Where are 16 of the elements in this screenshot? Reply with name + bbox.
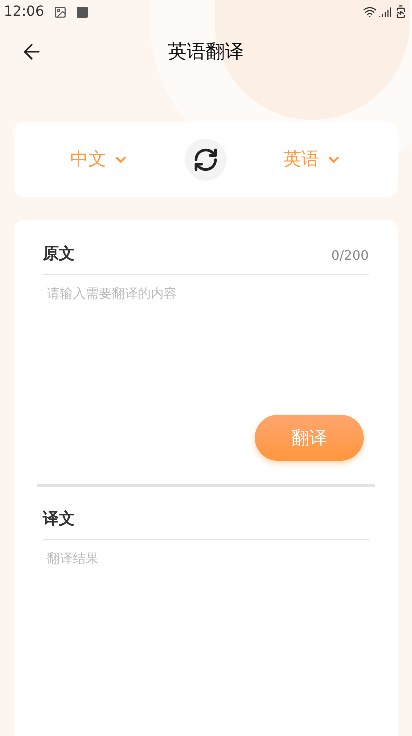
source-input[interactable]: 请输入需要翻译的内容 — [43, 285, 369, 415]
image-icon — [54, 6, 68, 18]
signal-icon — [379, 6, 392, 18]
swap-button[interactable] — [185, 138, 227, 180]
status-time: 12:06 — [4, 2, 44, 22]
translate-button[interactable]: 翻译 — [255, 415, 364, 461]
battery-icon — [394, 5, 408, 19]
result-output[interactable]: 翻译结果 — [43, 550, 369, 670]
wifi-icon — [363, 5, 377, 19]
target-language-select[interactable]: 英语 — [227, 146, 398, 173]
source-label: 原文 — [43, 243, 75, 265]
swap-icon — [193, 146, 219, 172]
char-count: 0/200 — [332, 248, 369, 266]
source-language-select[interactable]: 中文 — [14, 146, 185, 173]
page-title: 英语翻译 — [168, 40, 244, 65]
result-label: 译文 — [43, 509, 75, 528]
